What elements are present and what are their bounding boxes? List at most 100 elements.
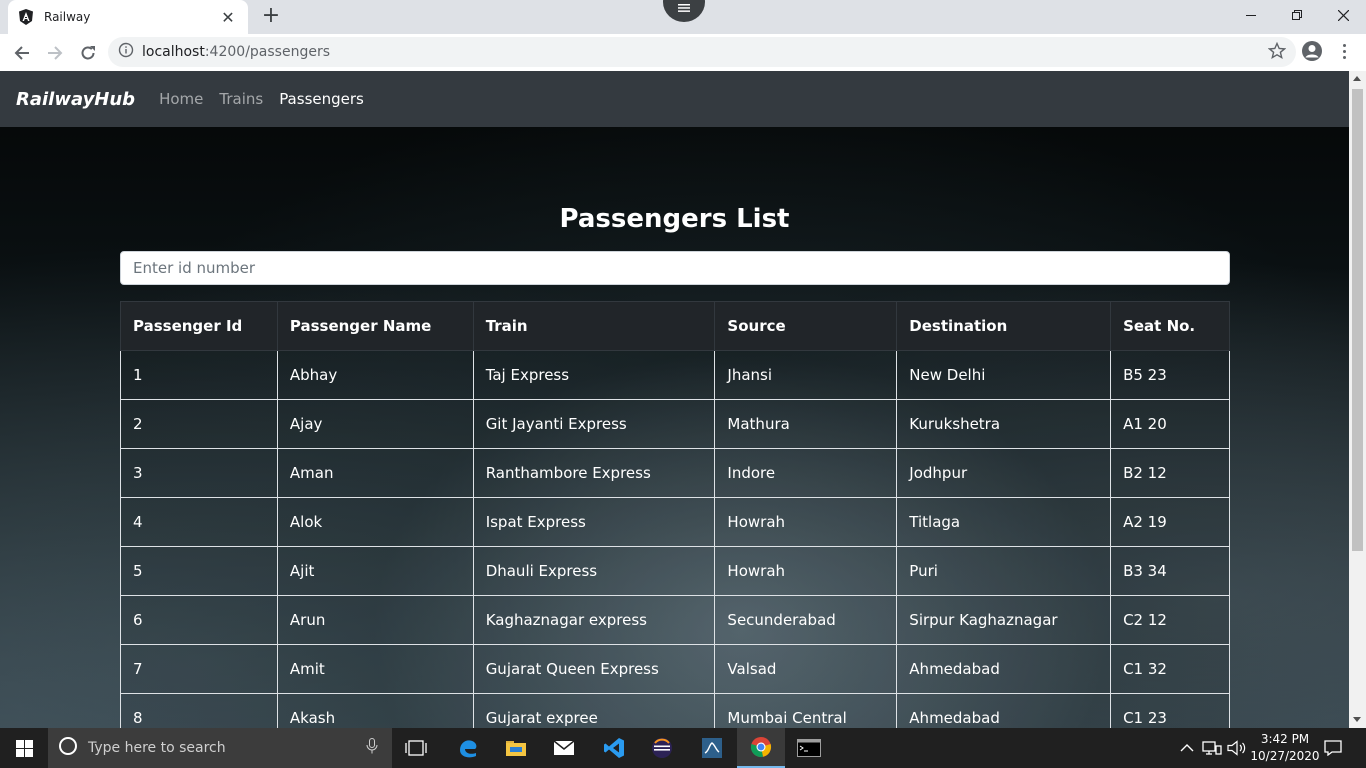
table-cell: Titlaga [896, 497, 1112, 547]
table-cell: Kurukshetra [896, 399, 1112, 449]
chrome-icon[interactable] [737, 728, 785, 768]
table-cell: Ajay [276, 399, 474, 449]
system-clock[interactable]: 3:42 PM 10/27/2020 [1250, 731, 1320, 765]
cortana-circle-icon [58, 736, 78, 760]
table-cell: B3 34 [1110, 546, 1230, 596]
table-cell: 8 [120, 693, 278, 728]
volume-icon[interactable] [1227, 728, 1247, 768]
command-prompt-icon[interactable] [785, 728, 833, 768]
new-tab-button[interactable]: + [258, 4, 284, 30]
table-cell: Akash [276, 693, 474, 728]
restore-icon[interactable] [1274, 0, 1320, 30]
table-cell: 6 [120, 595, 278, 645]
mail-icon[interactable] [540, 728, 588, 768]
app-navbar: RailwayHub Home Trains Passengers [0, 71, 1349, 127]
windows-start-icon[interactable] [0, 728, 48, 768]
page-viewport: RailwayHub Home Trains Passengers Passen… [0, 71, 1349, 728]
table-row: 2 Ajay Git Jayanti Express Mathura Kurukshet… [120, 399, 1230, 449]
nav-home[interactable]: Home [159, 90, 203, 108]
table-cell: C1 23 [1110, 693, 1230, 728]
table-cell: A2 19 [1110, 497, 1230, 547]
scroll-down-arrow-icon[interactable] [1353, 717, 1361, 722]
table-cell: Ispat Express [472, 497, 716, 547]
address-bar[interactable]: localhost:4200/passengers [108, 37, 1296, 67]
table-cell: Taj Express [472, 350, 716, 400]
tab-title: Railway [44, 10, 91, 24]
table-cell: Secunderabad [714, 595, 898, 645]
table-cell: Ahmedabad [896, 693, 1112, 728]
table-header-row: Passenger Id Passenger Name Train Source… [120, 301, 1230, 351]
table-row: 7 Amit Gujarat Queen Express Valsad Ahmedaba… [120, 644, 1230, 694]
table-row: 8 Akash Gujarat expree Mumbai Central Ahmeda… [120, 693, 1230, 728]
edge-browser-icon[interactable] [444, 728, 492, 768]
table-cell: Gujarat Queen Express [472, 644, 716, 694]
eclipse-icon[interactable] [638, 728, 686, 768]
back-arrow-icon[interactable] [10, 41, 34, 65]
table-cell: Amit [276, 644, 474, 694]
table-cell: Jodhpur [896, 448, 1112, 498]
table-cell: Aman [276, 448, 474, 498]
table-cell: Git Jayanti Express [472, 399, 716, 449]
clock-date: 10/27/2020 [1250, 749, 1320, 763]
page-title: Passengers List [559, 204, 790, 234]
close-window-icon[interactable] [1320, 0, 1366, 30]
vscode-icon[interactable] [590, 728, 638, 768]
table-cell: New Delhi [896, 350, 1112, 400]
column-header[interactable]: Train [472, 301, 716, 351]
table-cell: Ajit [276, 546, 474, 596]
table-cell: Gujarat expree [472, 693, 716, 728]
table-cell: 5 [120, 546, 278, 596]
bookmark-star-icon[interactable] [1267, 41, 1287, 64]
column-header[interactable]: Destination [896, 301, 1112, 351]
table-cell: B2 12 [1110, 448, 1230, 498]
table-cell: Abhay [276, 350, 474, 400]
page-scrollbar[interactable] [1349, 71, 1366, 728]
info-icon[interactable] [118, 42, 134, 62]
table-cell: B5 23 [1110, 350, 1230, 400]
nav-trains[interactable]: Trains [219, 90, 263, 108]
table-cell: 3 [120, 448, 278, 498]
table-cell: Ranthambore Express [472, 448, 716, 498]
tab-close-icon[interactable]: ✕ [218, 8, 238, 27]
profile-avatar-icon[interactable] [1301, 40, 1323, 62]
browser-tabstrip: Railway ✕ + [0, 0, 1366, 34]
microphone-icon[interactable] [366, 738, 378, 758]
nav-passengers[interactable]: Passengers [279, 90, 364, 108]
network-icon[interactable] [1202, 728, 1222, 768]
browser-tab[interactable]: Railway ✕ [8, 0, 248, 34]
table-cell: Mumbai Central [714, 693, 898, 728]
task-view-icon[interactable] [392, 728, 440, 768]
minimize-icon[interactable] [1228, 0, 1274, 30]
id-search-input[interactable] [120, 251, 1230, 285]
menu-handle-icon[interactable] [663, 0, 705, 22]
forward-arrow-icon[interactable] [43, 41, 67, 65]
table-cell: Howrah [714, 546, 898, 596]
url-path: :4200/passengers [204, 44, 330, 60]
show-hidden-icons-chevron-icon[interactable] [1180, 728, 1194, 768]
table-cell: 2 [120, 399, 278, 449]
column-header[interactable]: Passenger Id [120, 301, 278, 351]
table-cell: C1 32 [1110, 644, 1230, 694]
column-header[interactable]: Seat No. [1110, 301, 1230, 351]
brand-logo[interactable]: RailwayHub [16, 89, 135, 110]
mysql-workbench-icon[interactable] [688, 728, 736, 768]
taskbar-search-box[interactable]: Type here to search [48, 728, 392, 768]
column-header[interactable]: Passenger Name [276, 301, 474, 351]
scroll-up-arrow-icon[interactable] [1353, 76, 1361, 81]
scroll-thumb[interactable] [1352, 89, 1363, 551]
table-row: 5 Ajit Dhauli Express Howrah Puri B3 34 [120, 546, 1230, 596]
angular-icon [18, 9, 34, 25]
action-center-icon[interactable] [1324, 728, 1342, 768]
clock-time: 3:42 PM [1260, 732, 1310, 746]
reload-icon[interactable] [76, 41, 100, 65]
table-cell: 7 [120, 644, 278, 694]
table-row: 3 Aman Ranthambore Express Indore Jodhpur B2 … [120, 448, 1230, 498]
table-row: 6 Arun Kaghaznagar express Secunderabad Sirp… [120, 595, 1230, 645]
table-row: 1 Abhay Taj Express Jhansi New Delhi B5 23 [120, 350, 1230, 400]
table-cell: Alok [276, 497, 474, 547]
table-cell: Kaghaznagar express [472, 595, 716, 645]
file-explorer-icon[interactable] [492, 728, 540, 768]
column-header[interactable]: Source [714, 301, 898, 351]
browser-menu-icon[interactable] [1336, 40, 1352, 62]
table-cell: Valsad [714, 644, 898, 694]
